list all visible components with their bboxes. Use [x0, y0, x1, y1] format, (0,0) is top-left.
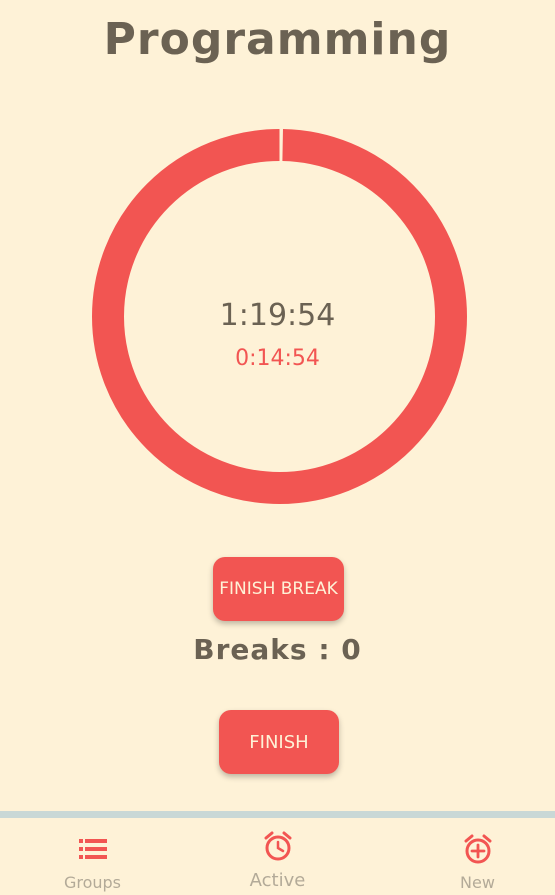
alarm-add-icon — [464, 834, 491, 864]
break-time: 0:14:54 — [235, 346, 320, 371]
list-icon — [78, 839, 107, 859]
nav-label-groups: Groups — [63, 873, 122, 892]
nav-item-new[interactable]: New — [385, 818, 555, 895]
elapsed-time: 1:19:54 — [219, 298, 336, 333]
finish-break-button[interactable]: FINISH BREAK — [213, 557, 344, 621]
alarm-clock-icon — [264, 831, 291, 861]
finish-button[interactable]: FINISH — [219, 710, 339, 774]
nav-item-groups[interactable]: Groups — [0, 818, 185, 895]
breaks-count: Breaks : 0 — [193, 633, 362, 666]
page-title: Programming — [103, 14, 452, 65]
bottom-navigation: Groups Active New — [0, 811, 555, 895]
nav-label-active: Active — [249, 870, 306, 891]
nav-label-new: New — [460, 873, 495, 892]
nav-item-active[interactable]: Active — [185, 818, 370, 895]
